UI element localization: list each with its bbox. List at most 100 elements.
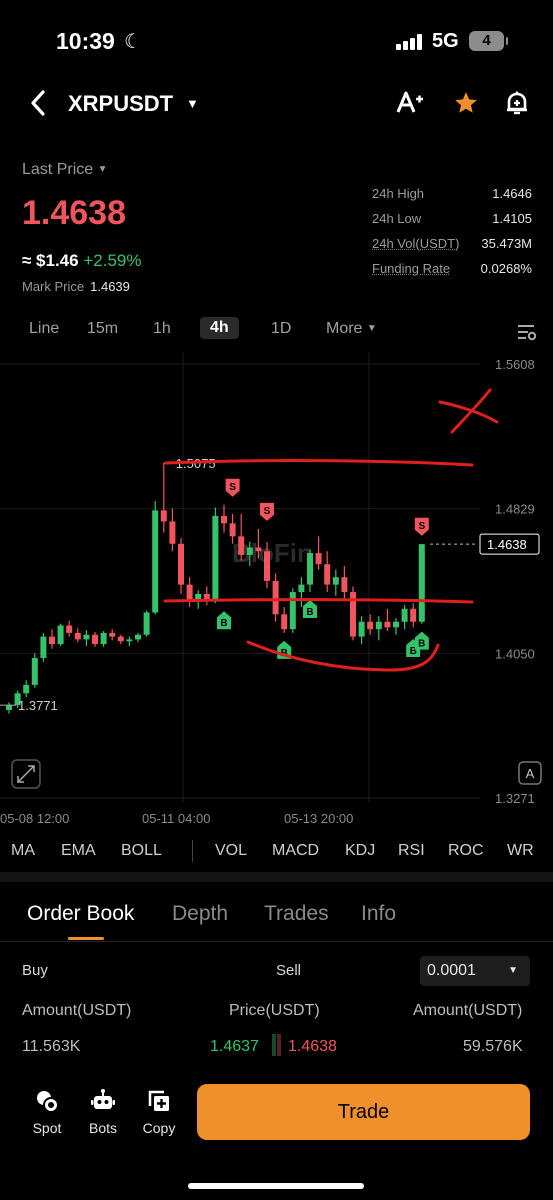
candle-body (83, 634, 90, 640)
header-sell-amount: Amount(USDT) (413, 1002, 523, 1019)
candle-body (74, 632, 81, 640)
signal-icon (396, 34, 424, 50)
tab-4h[interactable]: 4h (200, 317, 239, 339)
candle-body (6, 705, 12, 710)
indicator-ma[interactable]: MA (11, 842, 35, 860)
tab-more[interactable]: More ▼ (326, 320, 377, 338)
buy-amount[interactable]: 11.563K (22, 1038, 80, 1056)
header-buy-amount: Amount(USDT) (22, 1002, 132, 1019)
precision-select[interactable]: 0.0001 ▼ (420, 956, 530, 986)
last-price-label[interactable]: Last Price ▼ (22, 161, 108, 179)
candle-body (298, 584, 305, 593)
timeframe-bar: Line 15m 1h 4h 1D More ▼ (0, 314, 553, 348)
candle-body (66, 625, 73, 633)
candle-body (315, 553, 322, 565)
star-icon[interactable] (453, 90, 479, 122)
candle-body (143, 612, 150, 635)
candle-body (160, 510, 167, 522)
buy-label: Buy (22, 962, 48, 979)
tab-info[interactable]: Info (361, 902, 396, 926)
sell-amount[interactable]: 59.576K (463, 1038, 523, 1056)
nav-bots[interactable]: Bots (78, 1088, 128, 1136)
candle-body (410, 608, 417, 622)
marker-letter: B (418, 639, 425, 650)
candle-body (57, 625, 64, 645)
candle-body (281, 614, 288, 630)
indicator-vol[interactable]: VOL (215, 842, 247, 860)
candle-body (135, 634, 141, 640)
annotation-cross (438, 388, 499, 434)
tab-1h[interactable]: 1h (153, 320, 171, 338)
stat-24h-high: 24h High 1.4646 (372, 186, 532, 201)
indicator-separator (192, 840, 193, 862)
back-arrow-icon[interactable] (28, 88, 48, 124)
annotation-support-line (163, 598, 474, 604)
candle-body (358, 621, 365, 637)
sell-label: Sell (276, 962, 302, 979)
robot-icon (91, 1089, 115, 1109)
indicator-boll[interactable]: BOLL (121, 842, 162, 860)
y-tick-label: 1.4050 (495, 646, 535, 661)
buy-marker: B (414, 631, 429, 650)
indicator-kdj[interactable]: KDJ (345, 842, 375, 860)
candle-body (169, 521, 176, 544)
tab-1d[interactable]: 1D (271, 320, 291, 338)
font-size-icon[interactable] (396, 90, 424, 122)
y-tick-label: 1.3271 (495, 791, 535, 806)
tab-order-book[interactable]: Order Book (27, 902, 134, 926)
candle-body (289, 592, 296, 630)
copy-icon (148, 1090, 169, 1111)
buy-marker: B (303, 600, 317, 619)
last-price: 1.4638 (22, 194, 126, 232)
nav-spot[interactable]: Spot (22, 1088, 72, 1136)
expand-icon (11, 759, 41, 789)
tab-line[interactable]: Line (29, 320, 59, 338)
candlestick-chart[interactable]: 1.5608 1.4829 1.4050 1.3271 05-08 12:00 05-11… (0, 352, 553, 830)
y-tick-label: 1.4829 (495, 502, 535, 517)
trade-button[interactable]: Trade (197, 1084, 530, 1140)
indicator-roc[interactable]: ROC (448, 842, 484, 860)
status-bar: 10:39 ☾ 5G 4 (0, 0, 553, 84)
candle-body (324, 564, 331, 585)
candle-body (49, 636, 55, 645)
candle-body (375, 621, 382, 630)
stats-panel: 24h High 1.4646 24h Low 1.4105 24h Vol(USD… (372, 186, 532, 286)
indicator-ema[interactable]: EMA (61, 842, 96, 860)
stat-24h-low: 24h Low 1.4105 (372, 211, 532, 226)
nav-copy[interactable]: Copy (134, 1088, 184, 1136)
candle-body (117, 636, 124, 642)
candle-body (255, 547, 262, 552)
spread-bar (272, 1034, 281, 1056)
indicator-wr[interactable]: WR (507, 842, 534, 860)
tab-trades[interactable]: Trades (264, 902, 329, 926)
candle-body (246, 547, 253, 555)
candle-body (332, 577, 339, 585)
ask-price[interactable]: 1.4638 (288, 1038, 337, 1056)
alert-bell-icon[interactable] (505, 90, 529, 122)
battery-icon: 4 (469, 31, 508, 51)
sell-marker: S (225, 478, 240, 497)
tab-depth[interactable]: Depth (172, 902, 228, 926)
chart-settings-icon[interactable] (517, 323, 537, 341)
candle-body (152, 510, 159, 613)
marker-letter: S (229, 482, 236, 493)
symbol-title[interactable]: XRPUSDT (68, 91, 173, 117)
orderbook-tabs: Order Book Depth Trades Info (0, 890, 553, 942)
tab-15m[interactable]: 15m (87, 320, 118, 338)
marker-letter: S (418, 521, 425, 532)
candle-body (401, 608, 408, 622)
candle-body (40, 636, 47, 658)
candle-body (367, 621, 374, 630)
indicator-rsi[interactable]: RSI (398, 842, 425, 860)
stat-24h-vol[interactable]: 24h Vol(USDT) 35.473M (372, 236, 532, 261)
candle-body (238, 536, 245, 555)
bid-price[interactable]: 1.4637 (210, 1038, 259, 1056)
section-divider (0, 872, 553, 882)
stat-funding-rate[interactable]: Funding Rate 0.0268% (372, 261, 532, 286)
candle-body (100, 632, 107, 645)
candle-body (221, 515, 227, 524)
indicator-macd[interactable]: MACD (272, 842, 319, 860)
chevron-down-icon[interactable]: ▼ (186, 96, 199, 111)
candle-body (384, 621, 391, 628)
candle-body (23, 684, 30, 694)
